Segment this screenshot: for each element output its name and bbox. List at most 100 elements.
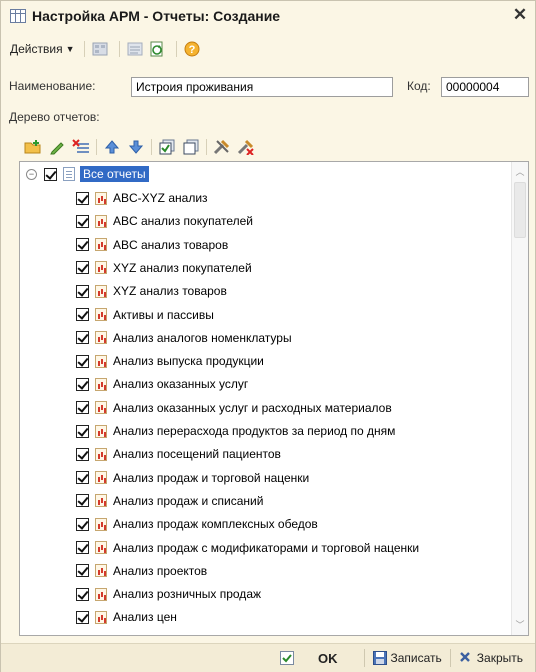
tree-item-row[interactable]: Анализ выпуска продукции (76, 351, 264, 371)
actions-menu[interactable]: Действия ▼ (7, 42, 78, 56)
tree-item-row[interactable]: Анализ продаж с модификаторами и торгово… (76, 538, 419, 558)
checkbox-checked[interactable] (76, 191, 89, 205)
report-chart-icon (95, 447, 107, 461)
report-chart-icon (95, 214, 107, 228)
tree-item-row[interactable]: Анализ продаж и торговой наценки (76, 468, 309, 488)
toolbar-divider (175, 41, 177, 57)
collapse-icon[interactable]: − (26, 168, 37, 180)
checkbox-checked[interactable] (76, 517, 89, 531)
checkbox-checked[interactable] (76, 471, 89, 485)
checkbox-checked[interactable] (76, 308, 89, 321)
checkbox-checked[interactable] (76, 401, 89, 415)
tree-item-label: Анализ посещений пациентов (113, 447, 281, 462)
close-button[interactable]: Закрыть (455, 651, 527, 665)
toolbar-divider (206, 139, 207, 155)
move-up-icon[interactable] (102, 138, 122, 156)
checkbox-checked[interactable] (76, 331, 89, 345)
tree-root-row[interactable]: − Все отчеты (26, 164, 149, 184)
tree-item-row[interactable]: Анализ перерасхода продуктов за период п… (76, 421, 395, 441)
scroll-down-icon[interactable]: ﹀ (512, 617, 528, 633)
tree-root-label: Все отчеты (80, 166, 149, 182)
footer-divider (449, 649, 451, 667)
checkbox-checked[interactable] (76, 564, 89, 578)
tree-item-row[interactable]: Анализ продаж и списаний (76, 491, 263, 511)
tree-item-label: Анализ выпуска продукции (113, 354, 264, 369)
checkbox-checked[interactable] (76, 284, 89, 298)
checkbox-checked[interactable] (76, 587, 89, 601)
help-icon[interactable]: ? (183, 40, 201, 58)
close-window-button[interactable]: ✕ (511, 6, 529, 24)
tree-item-row[interactable]: Активы и пассивы (76, 305, 214, 325)
tree-item-row[interactable]: Анализ посещений пациентов (76, 444, 281, 464)
tools-clear-icon[interactable] (236, 138, 256, 156)
refresh-doc-icon[interactable] (148, 40, 166, 58)
tree-item-row[interactable]: ABC-XYZ анализ (76, 188, 208, 208)
tools-icon[interactable] (212, 138, 232, 156)
report-chart-icon (95, 354, 107, 368)
tree-item-row[interactable]: Анализ оказанных услуг (76, 374, 248, 394)
toolbar-divider (96, 139, 97, 155)
scrollbar-thumb[interactable] (514, 182, 526, 238)
reports-tree[interactable]: − Все отчеты ABC-XYZ анализ ABC анализ по… (19, 161, 529, 636)
main-toolbar: Действия ▼ ? (7, 38, 205, 60)
tree-item-label: XYZ анализ покупателей (113, 260, 252, 275)
grid-icon[interactable] (91, 40, 109, 58)
tree-item-label: Анализ цен (113, 610, 177, 625)
list-icon[interactable] (126, 40, 144, 58)
report-chart-icon (95, 331, 107, 345)
edit-icon[interactable] (47, 138, 67, 156)
uncheck-all-icon[interactable] (181, 138, 201, 156)
checkbox-checked[interactable] (76, 261, 89, 275)
tree-item-row[interactable]: ABC анализ товаров (76, 235, 228, 255)
tree-item-row[interactable]: Анализ аналогов номенклатуры (76, 328, 292, 348)
checkbox-checked[interactable] (76, 214, 89, 228)
move-down-icon[interactable] (126, 138, 146, 156)
report-chart-icon (95, 308, 107, 321)
chevron-down-icon: ▼ (65, 44, 75, 54)
scroll-up-icon[interactable]: ︿ (512, 164, 528, 180)
checkbox-checked[interactable] (76, 354, 89, 368)
title-bar[interactable]: Настройка АРМ - Отчеты: Создание ✕ (1, 1, 535, 31)
footer-bar: OK Записать Закрыть (1, 643, 535, 672)
code-label: Код: (407, 79, 431, 93)
tree-item-label: Анализ продаж и списаний (113, 493, 264, 508)
checkbox-checked[interactable] (44, 167, 57, 181)
tree-item-row[interactable]: Анализ оказанных услуг и расходных матер… (76, 398, 392, 418)
tree-item-row[interactable]: Анализ проектов (76, 561, 207, 581)
code-field[interactable] (441, 77, 529, 97)
checkbox-checked[interactable] (76, 447, 89, 461)
report-chart-icon (95, 541, 107, 554)
checkbox-checked[interactable] (76, 610, 89, 624)
tree-item-row[interactable]: XYZ анализ товаров (76, 281, 227, 301)
check-all-icon[interactable] (157, 138, 177, 156)
window-title: Настройка АРМ - Отчеты: Создание (32, 8, 281, 24)
tree-toolbar (23, 137, 260, 157)
footer-divider (363, 649, 365, 667)
add-folder-icon[interactable] (23, 138, 43, 156)
tree-label: Дерево отчетов: (9, 110, 100, 124)
delete-icon[interactable] (71, 138, 91, 156)
checkbox-checked[interactable] (76, 377, 89, 391)
table-icon (10, 9, 26, 23)
checkbox-checked[interactable] (76, 238, 89, 252)
checkbox-checked[interactable] (76, 541, 89, 554)
save-button[interactable]: Записать (369, 651, 446, 665)
report-chart-icon (95, 238, 107, 252)
tree-item-label: Анализ проектов (113, 563, 208, 578)
tree-item-row[interactable]: XYZ анализ покупателей (76, 258, 252, 278)
tree-item-label: ABC анализ товаров (113, 237, 229, 252)
actions-menu-label: Действия (10, 42, 63, 56)
tree-item-row[interactable]: Анализ розничных продаж (76, 584, 261, 604)
tree-item-row[interactable]: Анализ цен (76, 607, 177, 627)
tree-item-label: Анализ перерасхода продуктов за период п… (113, 424, 396, 438)
tree-item-row[interactable]: ABC анализ покупателей (76, 211, 253, 231)
ok-button[interactable]: OK (276, 651, 360, 666)
tree-item-label: Анализ продаж с модификаторами и торгово… (113, 540, 420, 555)
name-field[interactable] (131, 77, 393, 97)
tree-item-row[interactable]: Анализ продаж комплексных обедов (76, 514, 318, 534)
checkbox-checked[interactable] (76, 494, 89, 508)
svg-text:?: ? (188, 44, 195, 56)
toolbar-divider (83, 41, 85, 57)
vertical-scrollbar[interactable]: ︿ ﹀ (511, 162, 528, 635)
checkbox-checked[interactable] (76, 424, 89, 438)
